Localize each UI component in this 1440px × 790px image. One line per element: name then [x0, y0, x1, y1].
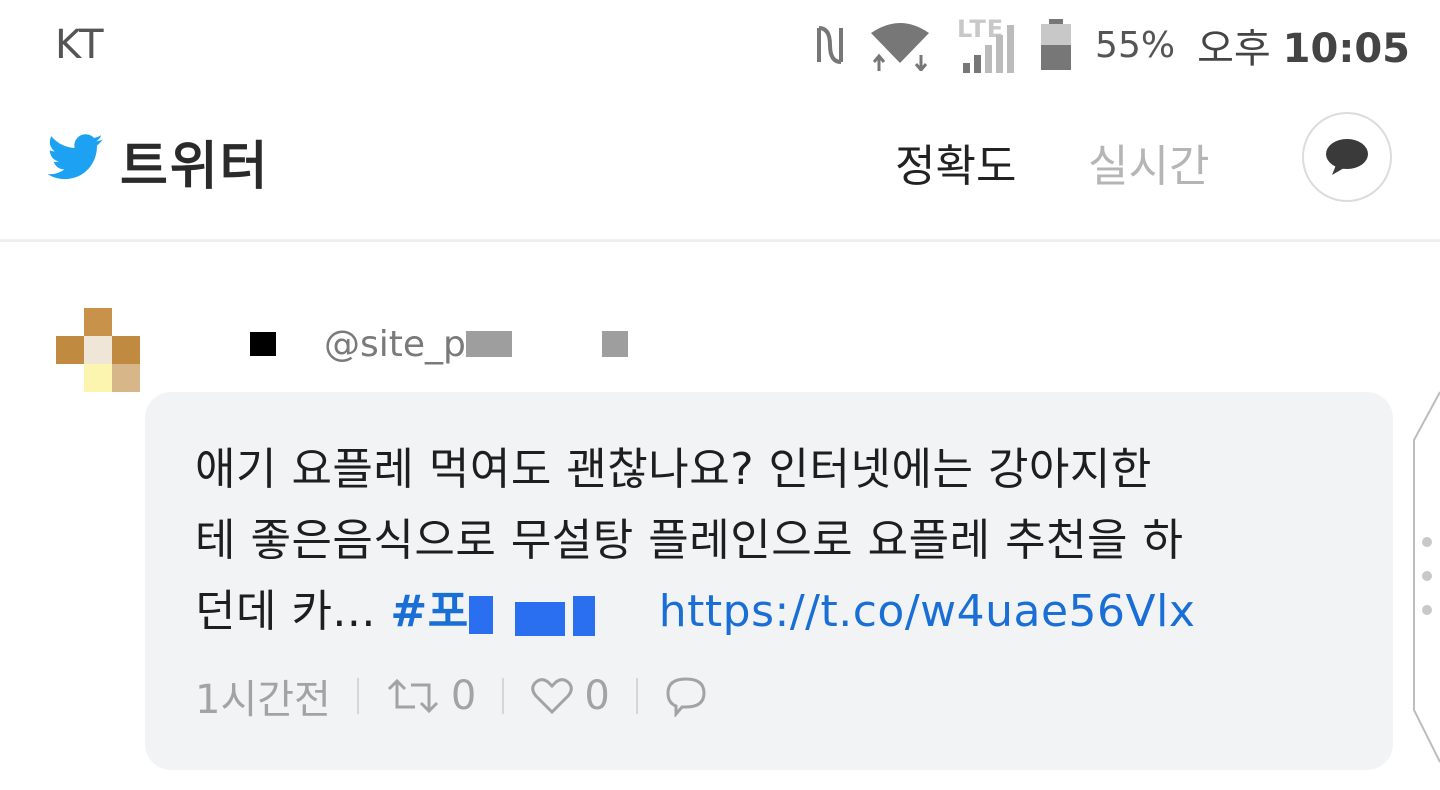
clock-time: 10:05	[1282, 26, 1410, 72]
tab-accuracy[interactable]: 정확도	[895, 130, 1016, 194]
hashtag-link[interactable]: #포	[390, 586, 658, 637]
lte-signal: LTE	[955, 15, 1017, 75]
retweet-button[interactable]: 0	[385, 673, 476, 719]
tweet-text-line: 던데 카...	[195, 586, 376, 637]
redacted-hashtag	[468, 592, 659, 636]
battery-icon	[1041, 19, 1072, 70]
battery-percent: 55%	[1095, 24, 1176, 66]
status-bar: KT LTE 55% 오후 10:05	[0, 0, 1440, 90]
tweet-card[interactable]: 애기 요플레 먹여도 괜찮나요? 인터넷에는 강아지한 테 좋은음식으로 무설탕…	[145, 392, 1393, 770]
chat-button[interactable]	[1302, 112, 1392, 202]
nfc-icon	[817, 26, 844, 64]
tweet-text-line: 애기 요플레 먹여도 괜찮나요? 인터넷에는 강아지한	[195, 444, 1152, 495]
retweet-icon	[387, 678, 438, 714]
heart-icon	[531, 678, 574, 715]
status-icons: LTE 55% 오후 10:05	[815, 12, 1410, 78]
carrier-label: KT	[55, 22, 105, 68]
app-header: 트위터 정확도 실시간	[0, 92, 1440, 242]
hashtag-text: #포	[390, 586, 469, 637]
tab-realtime[interactable]: 실시간	[1088, 130, 1209, 194]
app-title: 트위터	[120, 137, 270, 197]
clock-ampm: 오후	[1197, 26, 1271, 72]
reply-button[interactable]	[664, 675, 708, 717]
redacted-name	[250, 332, 276, 356]
tweet-url-link[interactable]: https://t.co/w4uae56Vlx	[659, 586, 1196, 637]
divider	[356, 678, 359, 714]
clock: 오후 10:05	[1197, 16, 1410, 74]
tweet-meta: 1시간전 0 0	[195, 670, 708, 723]
wifi-icon	[871, 23, 930, 71]
signal-icon	[963, 25, 1015, 73]
speech-bubble-icon	[1326, 139, 1368, 175]
tweet-author[interactable]: @site_p	[250, 322, 628, 366]
twitter-bird-icon	[48, 134, 103, 180]
tweet-text: 애기 요플레 먹여도 괜찮나요? 인터넷에는 강아지한 테 좋은음식으로 무설탕…	[195, 434, 1355, 647]
tweet-time-ago: 1시간전	[195, 677, 331, 723]
like-button[interactable]: 0	[530, 673, 610, 719]
tweet-text-line: 테 좋은음식으로 무설탕 플레인으로 요플레 추천을 하	[195, 515, 1184, 566]
tweet-text-line-last: 던데 카... #포 https://t.co/w4uae56Vlx	[195, 576, 1355, 647]
reply-bubble-icon	[666, 677, 706, 717]
redacted-handle-part	[465, 331, 512, 357]
divider	[502, 678, 505, 714]
divider	[635, 678, 638, 714]
avatar[interactable]	[56, 308, 140, 392]
retweet-count: 0	[450, 673, 477, 719]
like-count: 0	[584, 673, 610, 719]
redacted-handle-part	[601, 331, 628, 357]
next-card-edge	[1413, 391, 1440, 763]
user-handle: @site_p	[324, 323, 466, 365]
